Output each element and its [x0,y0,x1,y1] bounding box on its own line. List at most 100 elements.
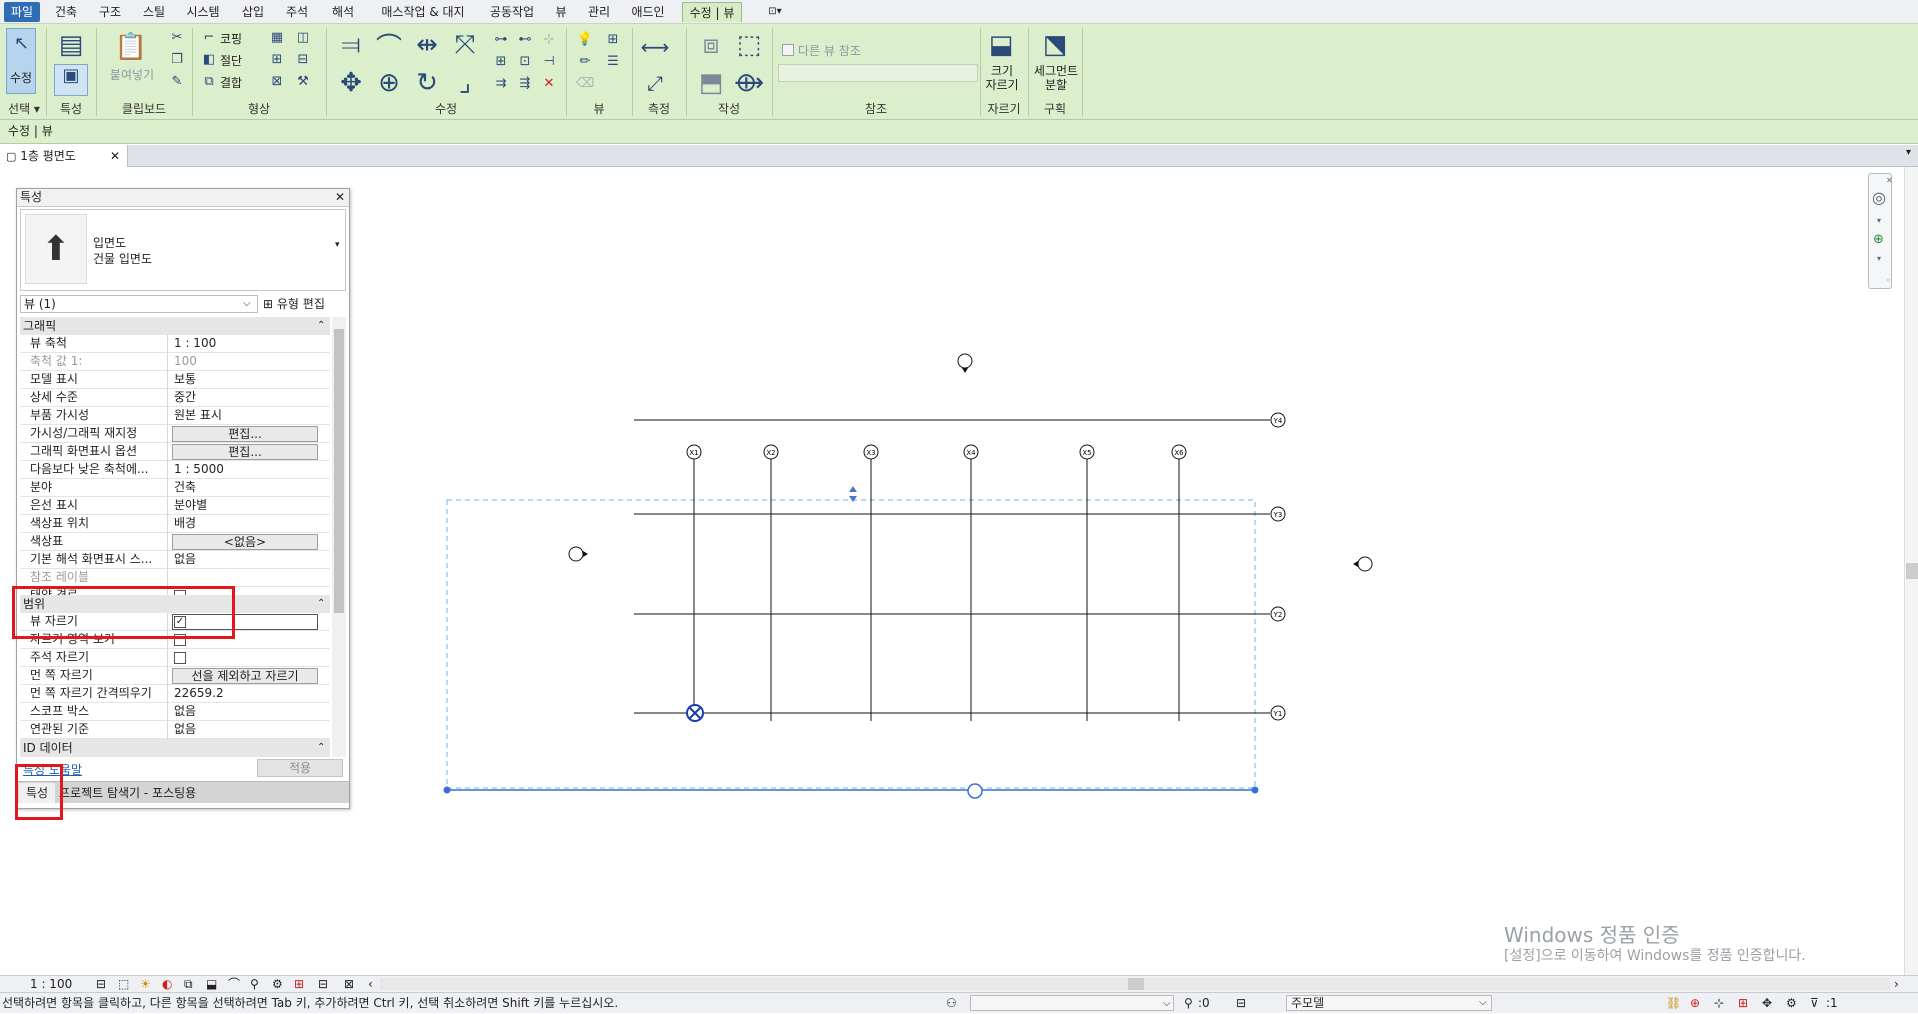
tab-addins[interactable]: 애드인 [626,2,670,22]
crop-view-icon[interactable]: ⬓ [206,976,217,992]
view-scale[interactable]: 1 : 100 [30,976,72,992]
close-icon[interactable]: ✕ [335,189,345,206]
other-view-ref-checkbox[interactable] [782,44,794,56]
prop-row[interactable]: 먼 쪽 자르기 간격띄우기 22659.2 [20,685,330,703]
join-roof-icon[interactable]: ⊞ [268,50,286,68]
visual-style-icon[interactable]: ⬚ [118,976,129,992]
elevation-marker-symbol[interactable] [967,783,983,799]
create-similar-icon[interactable]: ⟴ [732,66,766,100]
tab-insert[interactable]: 삽입 [236,2,270,22]
horizontal-scroll-thumb[interactable] [1128,978,1144,990]
worksharing-display-icon[interactable]: ⊠ [344,976,354,992]
temporary-view-properties-icon[interactable]: ⊟ [318,976,328,992]
steering-wheel-icon[interactable]: ◎ [1872,188,1886,207]
create-parts-icon[interactable]: ⬚ [732,28,766,62]
prop-row[interactable]: 스코프 박스 없음 [20,703,330,721]
chevron-down-icon[interactable]: ⌵ [1163,994,1171,1014]
prop-row[interactable]: 모델 표시 보통 [20,371,330,389]
cope-label[interactable]: 코핑 [220,30,242,47]
vertical-scrollbar[interactable] [1904,167,1918,975]
chevron-down-icon[interactable]: ⌵ [1479,996,1487,1010]
offset-icon[interactable]: ⌒ [372,28,406,63]
align-icon[interactable]: ⫤ [334,28,368,62]
crop-region-boundary[interactable] [446,499,1256,789]
match-properties-icon[interactable]: ✎ [168,72,186,90]
hide-in-view-icon[interactable]: 💡 [576,30,594,48]
reference-dropdown[interactable] [778,64,978,82]
prop-row[interactable]: 그래픽 화면표시 옵션 편집... [20,443,330,461]
vg-overrides-edit-button[interactable]: 편집... [172,426,318,442]
cut-geometry-icon[interactable]: ◧ [200,50,218,68]
type-properties-icon[interactable]: ▣ [54,64,88,96]
properties-scroll-thumb[interactable] [334,329,344,613]
linework-icon[interactable]: ✏ [576,52,594,70]
wall-joins-icon[interactable]: ▦ [268,28,286,46]
select-pinned-icon[interactable]: ⊹ [1714,993,1724,1013]
workset-dropdown[interactable]: ⌵ [970,995,1174,1011]
selected-column-marker[interactable] [686,704,704,722]
copy-element-icon[interactable]: ⊕ [372,66,406,100]
sun-path-icon[interactable]: ☀ [140,976,151,992]
prop-row[interactable]: 가시성/그래픽 재지정 편집... [20,425,330,443]
prop-row[interactable]: 부품 가시성 원본 표시 [20,407,330,425]
zoom-region-icon[interactable]: ⊕ [1873,232,1884,247]
reveal-hidden-icon[interactable]: ⊞ [294,976,304,992]
cope-icon[interactable]: ⌐ [200,28,218,46]
section-identity-data[interactable]: ID 데이터 ⌃ [20,739,330,757]
show-crop-region-icon[interactable]: ⌒ [228,976,240,992]
split-segment-icon[interactable]: ⬔ [1038,28,1072,62]
copy-icon[interactable]: ❐ [168,50,186,68]
design-options-icon[interactable]: ⊟ [1236,993,1246,1013]
rotate-icon[interactable]: ↻ [410,66,444,100]
filter-icon[interactable]: ⊽ [1810,993,1819,1013]
tab-view[interactable]: 뷰 [550,2,572,22]
select-underlay-icon[interactable]: ⊕ [1690,993,1700,1013]
vertical-scroll-thumb[interactable] [1906,563,1918,579]
tab-architecture[interactable]: 건축 [48,2,84,22]
properties-scrollbar[interactable] [332,317,346,757]
prop-row[interactable]: 연관된 기준 없음 [20,721,330,739]
tab-manage[interactable]: 관리 [582,2,616,22]
mirror-pick-axis-icon[interactable]: ⇹ [410,28,444,62]
chevron-down-icon[interactable]: ⌵ [243,296,251,312]
elevation-marker-west[interactable] [568,546,588,562]
palette-tab-project-browser[interactable]: 프로젝트 탐색기 - 포스팅용 [59,783,196,803]
unpin-icon[interactable]: ⊣ [540,52,558,70]
prop-row[interactable]: 기본 해석 화면표시 스... 없음 [20,551,330,569]
cut-label[interactable]: 절단 [220,52,242,69]
mirror-draw-axis-icon[interactable]: ⤧ [448,28,482,62]
trim-extend-icon[interactable]: ⌟ [448,66,482,100]
tab-modify-view[interactable]: 수정 | 뷰 [682,2,742,22]
tab-structure[interactable]: 구조 [92,2,128,22]
prop-row[interactable]: 은선 표시 분야별 [20,497,330,515]
create-assembly-icon[interactable]: ⧈ [694,28,728,62]
tab-annotate[interactable]: 주석 [280,2,314,22]
move-icon[interactable]: ✥ [334,66,368,100]
trim-multiple-icon[interactable]: ⇉ [492,74,510,92]
design-option-dropdown[interactable]: 주모델 ⌵ [1286,995,1492,1011]
properties-large-icon[interactable]: ▤ [54,28,88,62]
pin-icon[interactable]: ⊹ [540,30,558,48]
split-element-icon[interactable]: ⊶ [492,30,510,48]
horizontal-scrollbar[interactable] [380,978,1890,990]
chevron-right-icon[interactable]: › [1894,976,1899,992]
paste-icon[interactable]: 📋 [114,30,148,64]
prop-row[interactable]: 색상표 위치 배경 [20,515,330,533]
drag-on-selection-icon[interactable]: ✥ [1762,993,1772,1013]
chevron-left-icon[interactable]: ‹ [368,976,373,992]
split-face-icon[interactable]: ◫ [294,28,312,46]
segment-split-label[interactable]: 세그먼트 분할 [1028,64,1084,92]
edit-type-button[interactable]: ⊞ 유형 편집 [261,293,347,315]
far-clipping-button[interactable]: 선을 제외하고 자르기 [172,668,318,684]
prop-row[interactable]: 상세 수준 중간 [20,389,330,407]
split-gap-icon[interactable]: ⊷ [516,30,534,48]
prop-row[interactable]: 주석 자르기 [20,649,330,667]
quick-access-dropdown-icon[interactable]: ⊡▾ [762,2,788,22]
crop-size-icon[interactable]: ⬓ [984,28,1018,62]
paint-icon[interactable]: ⊠ [268,72,286,90]
dimension-icon[interactable]: ⤢ [638,66,672,100]
rendering-icon[interactable]: ⧉ [184,976,193,992]
collapse-icon[interactable]: ⌃ [317,595,325,613]
tab-analyze[interactable]: 해석 [326,2,360,22]
prop-row[interactable]: 색상표 <없음> [20,533,330,551]
